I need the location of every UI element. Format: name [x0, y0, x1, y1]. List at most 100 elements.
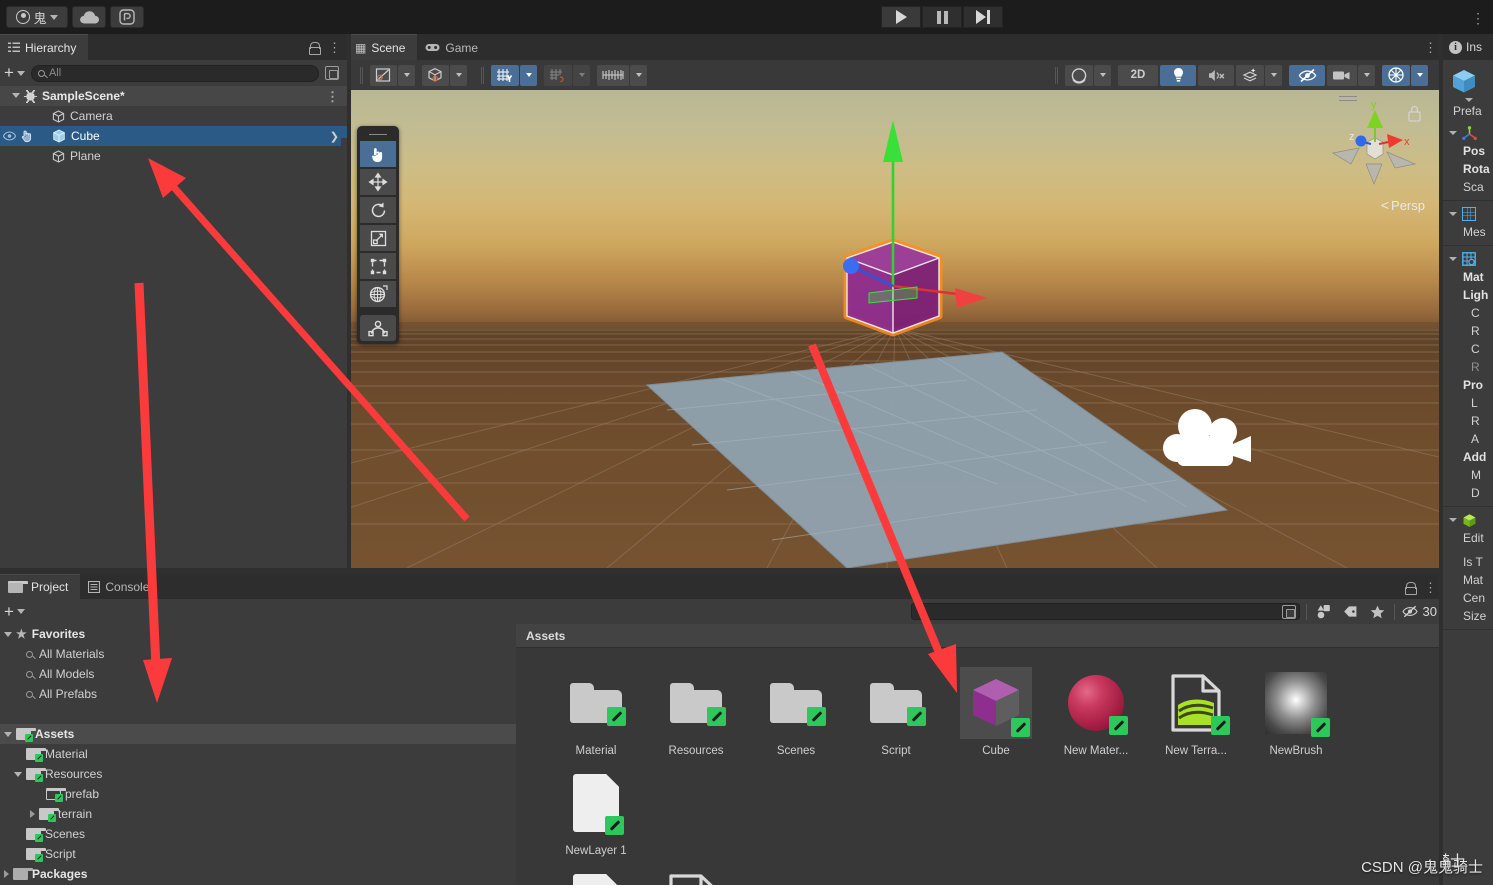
inspector-tabbar[interactable]: i Ins — [1443, 34, 1493, 60]
scene-lighting-toggle[interactable] — [1160, 64, 1196, 86]
fx-dropdown[interactable] — [1265, 64, 1282, 86]
grid-size-button[interactable] — [597, 64, 629, 86]
chevron-down-icon[interactable] — [1449, 518, 1457, 522]
search-mode-button[interactable] — [1281, 604, 1296, 619]
pause-button[interactable] — [922, 6, 962, 28]
chevron-down-icon[interactable] — [1449, 257, 1457, 261]
grid-snap-toggle[interactable] — [544, 64, 572, 86]
hierarchy-menu-button[interactable]: ⋮ — [328, 41, 341, 54]
move-tool-button[interactable] — [360, 169, 396, 195]
tab-project[interactable]: Project — [0, 574, 81, 599]
draw-mode-button[interactable] — [370, 64, 397, 86]
box-collider-header[interactable] — [1443, 511, 1493, 529]
gizmos-toggle[interactable] — [1382, 64, 1410, 86]
filter-by-type-button[interactable] — [1313, 602, 1334, 621]
hierarchy-item-plane[interactable]: Plane — [0, 146, 347, 166]
project-tree-all-models[interactable]: All Models — [0, 664, 516, 684]
project-tree-resources[interactable]: Resources — [0, 764, 516, 784]
asset-item-newbrush[interactable]: NewBrush — [1246, 667, 1346, 767]
edit-collider-label[interactable]: Edit — [1443, 529, 1493, 547]
step-button[interactable] — [963, 6, 1003, 28]
toolbar-overflow-button[interactable]: ⋮ — [1471, 10, 1485, 27]
project-tree-scenes[interactable]: Scenes — [0, 824, 516, 844]
project-tree-assets[interactable]: Assets — [0, 724, 516, 744]
rotate-tool-button[interactable] — [360, 197, 396, 223]
scale-tool-button[interactable] — [360, 225, 396, 251]
hierarchy-search-field[interactable]: All — [30, 64, 319, 82]
asset-item-material[interactable]: Material — [546, 667, 646, 767]
lighting-label[interactable]: Ligh — [1443, 286, 1493, 304]
tab-hierarchy[interactable]: Hierarchy — [0, 34, 89, 60]
project-tree-material[interactable]: Material — [0, 744, 516, 764]
assets-grid[interactable]: Material Resources Scenes Script Cube Ne… — [516, 649, 1443, 885]
perspective-label[interactable]: < Persp — [1381, 197, 1425, 213]
transform-tool-button[interactable] — [360, 281, 396, 307]
project-tree-favorites[interactable]: ★ Favorites — [0, 624, 516, 644]
lock-icon[interactable] — [309, 41, 321, 55]
project-tree-prefab[interactable]: prefab — [0, 784, 516, 804]
asset-item-newlayer[interactable]: NewLayer — [546, 867, 646, 885]
asset-item-new-terrain-layer[interactable]: New Terra... — [1146, 667, 1246, 767]
project-search-field[interactable] — [910, 603, 1300, 620]
filter-by-label-button[interactable] — [1340, 602, 1361, 621]
grid-snap-dropdown[interactable] — [520, 64, 537, 86]
mesh-filter-header[interactable] — [1443, 205, 1493, 223]
audio-mute-toggle[interactable] — [1198, 64, 1234, 86]
custom-tool-button[interactable] — [360, 315, 396, 341]
eye-icon[interactable] — [3, 131, 16, 141]
asset-item-scenes[interactable]: Scenes — [746, 667, 846, 767]
tools-drag-handle[interactable] — [360, 129, 396, 139]
hidden-objects-toggle[interactable] — [1289, 64, 1325, 86]
panel-divider-horizontal[interactable] — [0, 568, 1443, 574]
shading-mode-button[interactable] — [422, 64, 449, 86]
chevron-down-icon[interactable] — [4, 731, 12, 737]
toggle-2d-button[interactable]: 2D — [1118, 64, 1158, 86]
additional-label[interactable]: Add — [1443, 448, 1493, 466]
scene-row-menu-button[interactable]: ⋮ — [326, 90, 339, 103]
asset-item-new-material[interactable]: New Mater... — [1046, 667, 1146, 767]
lock-icon[interactable] — [1405, 581, 1417, 595]
chevron-right-icon[interactable] — [4, 870, 9, 878]
scene-cameras-dropdown[interactable] — [1358, 64, 1375, 86]
project-tree-script[interactable]: Script — [0, 844, 516, 864]
mesh-renderer-header[interactable] — [1443, 250, 1493, 268]
play-button[interactable] — [881, 6, 921, 28]
project-tree-all-materials[interactable]: All Materials — [0, 644, 516, 664]
chevron-right-icon[interactable] — [30, 810, 35, 818]
probes-label[interactable]: Pro — [1443, 376, 1493, 394]
transform-header[interactable] — [1443, 124, 1493, 142]
chevron-down-icon[interactable] — [1449, 212, 1457, 216]
tab-game[interactable]: Game — [417, 34, 491, 60]
asset-item-terraindata[interactable]: TerrainDat... — [646, 867, 746, 885]
chevron-down-icon[interactable] — [1449, 131, 1457, 135]
project-tree-all-prefabs[interactable]: All Prefabs — [0, 684, 516, 704]
rect-tool-button[interactable] — [360, 253, 396, 279]
scene-camera-dropdown[interactable] — [1094, 64, 1111, 86]
hierarchy-scene-row[interactable]: SampleScene* ⋮ — [0, 86, 347, 106]
inspector-divider[interactable] — [1439, 34, 1443, 885]
hierarchy-item-cube[interactable]: Cube ❯ — [0, 126, 347, 146]
package-manager-button[interactable] — [110, 6, 144, 28]
project-tree-terrain[interactable]: terrain — [0, 804, 516, 824]
create-asset-button[interactable]: + — [4, 603, 25, 620]
fx-button[interactable] — [1236, 64, 1264, 86]
chevron-right-icon[interactable]: ❯ — [330, 130, 339, 143]
tab-scene[interactable]: ▦ Scene — [347, 34, 418, 60]
scene-menu-button[interactable]: ⋮ — [1424, 41, 1437, 54]
hierarchy-search-mode-button[interactable] — [325, 66, 339, 80]
account-button[interactable]: 鬼 — [6, 6, 68, 28]
scene-camera-button[interactable] — [1065, 64, 1093, 86]
view-tool-button[interactable] — [360, 141, 396, 167]
materials-label[interactable]: Mat — [1443, 268, 1493, 286]
chevron-down-icon[interactable] — [4, 631, 12, 637]
cloud-services-button[interactable] — [72, 6, 106, 28]
asset-item-newlayer-1[interactable]: NewLayer 1 — [546, 767, 646, 867]
grid-snap-increment-dropdown[interactable] — [573, 64, 590, 86]
favorites-button[interactable] — [1367, 602, 1388, 621]
asset-item-resources[interactable]: Resources — [646, 667, 746, 767]
scene-cameras-button[interactable] — [1327, 64, 1357, 86]
hidden-packages-count[interactable]: 30 — [1401, 602, 1437, 621]
grid-axis-button[interactable] — [491, 64, 519, 86]
chevron-down-icon[interactable] — [12, 93, 20, 98]
create-object-button[interactable]: + — [4, 64, 25, 81]
